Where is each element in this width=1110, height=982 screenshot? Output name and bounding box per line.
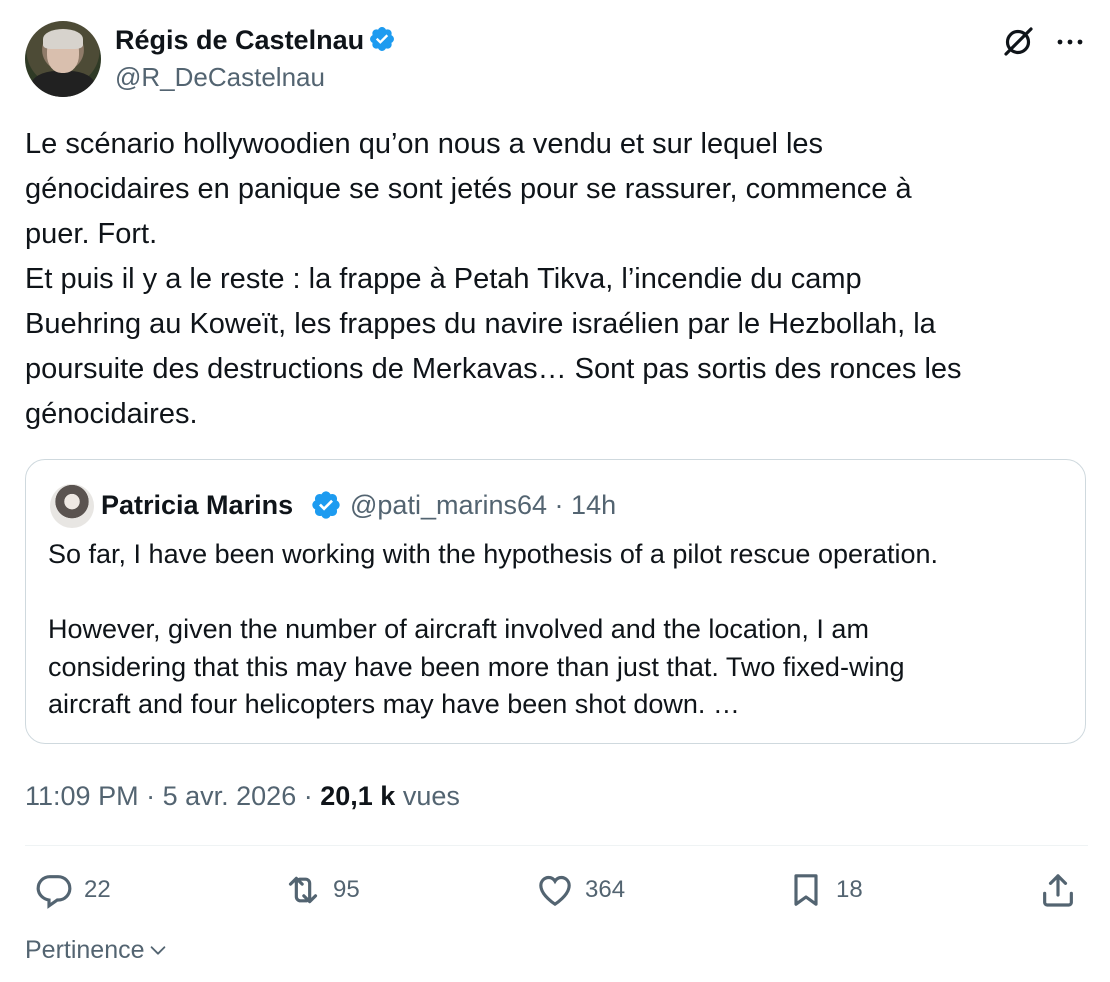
quoted-tweet-text: So far, I have been working with the hyp… xyxy=(48,539,939,719)
verified-icon xyxy=(370,27,395,52)
repost-count: 95 xyxy=(333,876,360,903)
like-button[interactable]: 364 xyxy=(535,868,625,912)
separator: · xyxy=(554,490,564,520)
bookmark-button[interactable]: 18 xyxy=(786,868,863,912)
views-label: vues xyxy=(402,781,460,811)
reply-icon xyxy=(36,875,72,909)
more-icon[interactable] xyxy=(1052,24,1088,60)
tweet-text: Le scénario hollywoodien qu’on nous a ve… xyxy=(25,128,962,430)
grok-icon[interactable] xyxy=(1000,24,1036,60)
quoted-time[interactable]: 14h xyxy=(571,490,616,520)
chevron-down-icon xyxy=(150,946,165,955)
separator: · xyxy=(303,781,313,811)
divider xyxy=(25,845,1088,846)
quoted-author-name[interactable]: Patricia Marins xyxy=(101,487,293,523)
share-icon xyxy=(1043,874,1073,907)
quoted-author-avatar[interactable] xyxy=(50,484,94,528)
like-count: 364 xyxy=(585,876,626,903)
repost-button[interactable]: 95 xyxy=(283,868,360,912)
reply-count: 22 xyxy=(84,876,111,903)
share-button[interactable] xyxy=(1038,868,1078,912)
tweet-timestamp-row: 11:09 PM · 5 avr. 2026 · 20,1 k vues xyxy=(25,776,460,816)
like-icon xyxy=(539,875,571,907)
separator: · xyxy=(146,781,156,811)
quoted-meta: @pati_marins64 · 14h xyxy=(350,487,616,523)
repost-icon xyxy=(288,876,318,904)
reply-button[interactable]: 22 xyxy=(34,868,111,912)
bookmark-icon xyxy=(794,874,818,906)
author-handle[interactable]: @R_DeCastelnau xyxy=(115,60,325,94)
author-name[interactable]: Régis de Castelnau xyxy=(115,25,364,55)
author-name-row[interactable]: Régis de Castelnau xyxy=(115,22,396,58)
tweet-date[interactable]: 5 avr. 2026 xyxy=(163,781,297,811)
quoted-author-handle[interactable]: @pati_marins64 xyxy=(350,490,547,520)
bookmark-count: 18 xyxy=(836,876,863,903)
sort-dropdown[interactable]: Pertinence xyxy=(25,930,169,970)
views-count: 20,1 k xyxy=(320,781,396,811)
tweet-time[interactable]: 11:09 PM xyxy=(25,781,139,811)
sort-label: Pertinence xyxy=(25,936,145,964)
verified-icon xyxy=(312,491,340,519)
author-avatar[interactable] xyxy=(25,21,101,97)
